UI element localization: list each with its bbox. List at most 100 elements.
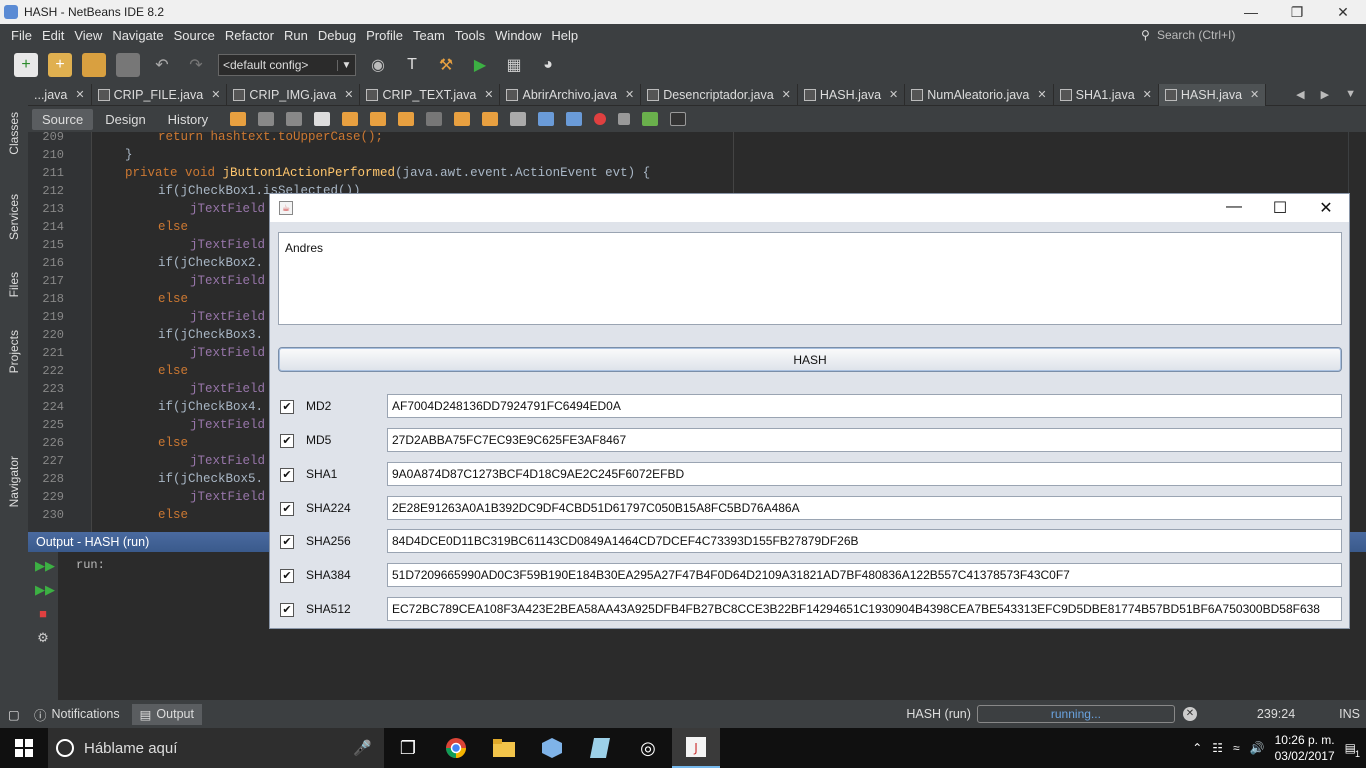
minimize-icon[interactable]: — [1228, 4, 1274, 21]
output-button[interactable]: ▤ Output [131, 703, 202, 725]
file-tab[interactable]: CRIP_IMG.java ✕ [227, 83, 361, 106]
sidebar-tab-classes[interactable]: Classes [4, 112, 24, 155]
find-previous-icon[interactable] [342, 112, 359, 126]
sha224-field[interactable]: 2E28E91263A0A1B392DC9DF4CBD51D61797C050B… [387, 496, 1342, 520]
menu-team[interactable]: Team [408, 28, 450, 43]
close-icon[interactable]: ✕ [75, 88, 84, 101]
menu-refactor[interactable]: Refactor [220, 28, 279, 43]
notifications-button[interactable]: ⓘ Notifications [26, 702, 128, 727]
volume-icon[interactable]: 🔊 [1250, 741, 1265, 755]
rerun-icon[interactable]: ▶▶ [35, 558, 55, 574]
redo-icon[interactable]: ↷ [184, 53, 208, 77]
virtualbox-icon[interactable] [528, 728, 576, 768]
menu-navigate[interactable]: Navigate [107, 28, 168, 43]
window-icon[interactable]: ▢ [8, 707, 22, 722]
undo-icon[interactable]: ↶ [150, 53, 174, 77]
menu-profile[interactable]: Profile [361, 28, 408, 43]
menu-source[interactable]: Source [169, 28, 220, 43]
file-tab[interactable]: CRIP_FILE.java ✕ [92, 83, 228, 106]
find-icon[interactable] [314, 112, 331, 126]
md2-checkbox[interactable]: ✔ [280, 400, 294, 414]
minimize-icon[interactable]: — [1211, 198, 1257, 218]
hash-button[interactable]: HASH [278, 347, 1342, 372]
network-icon[interactable]: ☷ [1212, 741, 1223, 755]
tab-history[interactable]: History [158, 109, 218, 130]
rerun-different-icon[interactable]: ▶▶ [35, 582, 55, 598]
menu-window[interactable]: Window [490, 28, 546, 43]
new-project-icon[interactable]: + [48, 53, 72, 77]
menu-help[interactable]: Help [546, 28, 583, 43]
sidebar-tab-services[interactable]: Services [4, 194, 24, 240]
record-macro-icon[interactable] [594, 113, 607, 125]
notepad-icon[interactable] [576, 728, 624, 768]
wifi-icon[interactable]: ≈ [1233, 741, 1240, 755]
sha1-checkbox[interactable]: ✔ [280, 468, 294, 482]
last-edit-icon[interactable] [230, 112, 247, 126]
microphone-icon[interactable]: 🎤 [353, 739, 372, 757]
shift-right-icon[interactable] [566, 112, 583, 126]
settings-icon[interactable]: ⚙ [35, 630, 51, 646]
search-input[interactable]: Search (Ctrl+I) [1157, 28, 1235, 42]
sha512-checkbox[interactable]: ✔ [280, 603, 294, 617]
menu-file[interactable]: File [6, 28, 37, 43]
cortana-search[interactable]: Háblame aquí 🎤 [48, 728, 384, 768]
close-icon[interactable]: ✕ [484, 88, 493, 101]
chevron-left-icon[interactable]: ◀ [1296, 88, 1304, 101]
sidebar-tab-projects[interactable]: Projects [4, 330, 24, 373]
sha256-checkbox[interactable]: ✔ [280, 535, 294, 549]
close-icon[interactable]: ✕ [889, 88, 898, 101]
chevron-up-icon[interactable]: ⌃ [1192, 741, 1202, 755]
debug-icon[interactable]: ▦ [502, 53, 526, 77]
back-icon[interactable] [258, 112, 275, 126]
forward-icon[interactable] [286, 112, 303, 126]
md2-field[interactable]: AF7004D248136DD7924791FC6494ED0A [387, 394, 1342, 418]
maximize-icon[interactable]: ☐ [1257, 198, 1303, 218]
sha1-field[interactable]: 9A0A874D87C1273BCF4D18C9AE2C245F6072EFBD [387, 462, 1342, 486]
sidebar-tab-navigator[interactable]: Navigator [4, 456, 24, 507]
close-icon[interactable]: ✕ [1320, 4, 1366, 21]
sha512-field[interactable]: EC72BC789CEA108F3A423E2BEA58AA43A925DFB4… [387, 597, 1342, 621]
rect-select-icon[interactable] [426, 112, 443, 126]
toggle-highlight-icon[interactable] [398, 112, 415, 126]
file-tab[interactable]: Desencriptador.java ✕ [641, 83, 798, 106]
md5-checkbox[interactable]: ✔ [280, 434, 294, 448]
save-all-icon[interactable] [116, 53, 140, 77]
comment-icon[interactable] [642, 112, 659, 126]
menu-run[interactable]: Run [279, 28, 313, 43]
file-tab[interactable]: HASH.java ✕ [798, 83, 906, 106]
action-center-icon[interactable]: ▤ 1 [1345, 741, 1360, 759]
toggle-bookmark-icon[interactable] [510, 112, 527, 126]
stop-macro-icon[interactable] [618, 113, 631, 125]
input-textarea[interactable]: Andres [278, 232, 1342, 325]
file-explorer-icon[interactable] [480, 728, 528, 768]
start-button[interactable] [0, 728, 48, 768]
find-next-icon[interactable] [370, 112, 387, 126]
close-icon[interactable]: ✕ [1250, 88, 1259, 101]
sha384-checkbox[interactable]: ✔ [280, 569, 294, 583]
close-icon[interactable]: ✕ [1143, 88, 1152, 101]
shift-left-icon[interactable] [538, 112, 555, 126]
file-tab[interactable]: SHA1.java ✕ [1054, 83, 1159, 106]
close-icon[interactable]: ✕ [211, 88, 220, 101]
open-project-icon[interactable] [82, 53, 106, 77]
ide-search[interactable]: ⚲ Search (Ctrl+I) [1141, 28, 1366, 42]
menu-edit[interactable]: Edit [37, 28, 69, 43]
menu-debug[interactable]: Debug [313, 28, 361, 43]
chrome-icon[interactable] [432, 728, 480, 768]
chevron-right-icon[interactable]: ▶ [1321, 88, 1329, 101]
menu-tools[interactable]: Tools [450, 28, 490, 43]
profile-icon[interactable]: ◕ [536, 53, 560, 77]
stop-icon[interactable]: ■ [35, 606, 51, 622]
sha384-field[interactable]: 51D7209665990AD0C3F59B190E184B30EA295A27… [387, 563, 1342, 587]
clock[interactable]: 10:26 p. m. 03/02/2017 [1275, 732, 1335, 764]
prev-bookmark-icon[interactable] [454, 112, 471, 126]
close-icon[interactable]: ✕ [625, 88, 634, 101]
sidebar-tab-files[interactable]: Files [4, 272, 24, 297]
uncomment-icon[interactable] [670, 112, 687, 126]
cancel-task-icon[interactable]: ✕ [1182, 707, 1197, 721]
close-icon[interactable]: ✕ [782, 88, 791, 101]
close-icon[interactable]: ✕ [344, 88, 353, 101]
sha256-field[interactable]: 84D4DCE0D11BC319BC61143CD0849A1464CD7DCE… [387, 529, 1342, 553]
file-tab[interactable]: NumAleatorio.java ✕ [905, 83, 1054, 106]
file-tab-active[interactable]: HASH.java ✕ [1158, 83, 1267, 106]
